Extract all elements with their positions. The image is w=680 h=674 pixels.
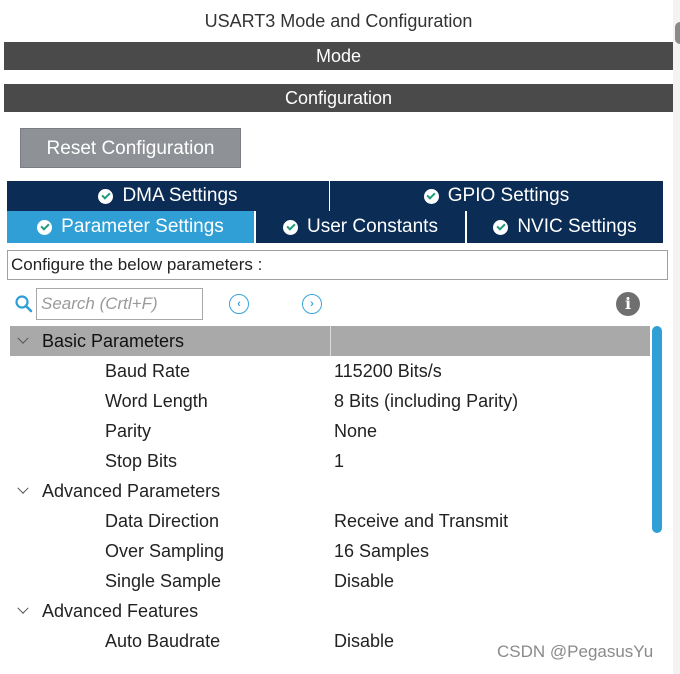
param-value[interactable]: None	[334, 416, 377, 446]
param-name: Auto Baudrate	[105, 631, 221, 651]
chevron-down-icon[interactable]	[16, 596, 30, 626]
chevron-down-icon[interactable]	[16, 476, 30, 506]
tab-parameter-settings[interactable]: Parameter Settings	[7, 211, 254, 243]
group-header-basic-parameters[interactable]: Basic Parameters	[10, 326, 650, 356]
tab-label: Parameter Settings	[61, 216, 224, 237]
group-name: Advanced Features	[42, 601, 199, 621]
param-row-stop-bits[interactable]: Stop Bits 1	[10, 446, 650, 476]
param-name: Parity	[105, 421, 152, 441]
check-circle-icon	[493, 219, 509, 235]
param-row-baud-rate[interactable]: Baud Rate 115200 Bits/s	[10, 356, 650, 386]
param-value[interactable]: 115200 Bits/s	[334, 356, 442, 386]
scrollbar-thumb[interactable]	[652, 326, 662, 533]
configuration-section-header[interactable]: Configuration	[4, 84, 673, 112]
tab-nvic-settings[interactable]: NVIC Settings	[467, 211, 663, 243]
tab-label: NVIC Settings	[517, 216, 637, 237]
param-row-parity[interactable]: Parity None	[10, 416, 650, 446]
watermark: CSDN @PegasusYu	[497, 642, 654, 661]
param-value[interactable]: 1	[334, 446, 344, 476]
info-icon[interactable]: i	[616, 292, 640, 316]
param-row-word-length[interactable]: Word Length 8 Bits (including Parity)	[10, 386, 650, 416]
param-name: Data Direction	[105, 511, 220, 531]
param-name: Baud Rate	[105, 361, 191, 381]
check-circle-icon	[37, 219, 53, 235]
search-icon[interactable]	[14, 294, 34, 314]
param-value[interactable]: 16 Samples	[334, 536, 429, 566]
param-value[interactable]: Receive and Transmit	[334, 506, 508, 536]
parameter-tree: Basic Parameters Baud Rate 115200 Bits/s…	[10, 326, 650, 674]
group-header-advanced-features[interactable]: Advanced Features	[10, 596, 650, 626]
parameters-description: Configure the below parameters :	[7, 250, 668, 280]
group-header-advanced-parameters[interactable]: Advanced Parameters	[10, 476, 650, 506]
column-divider	[330, 326, 331, 356]
check-circle-icon	[98, 188, 114, 204]
tab-label: DMA Settings	[122, 185, 238, 206]
param-value[interactable]: Disable	[334, 626, 394, 656]
tab-label: GPIO Settings	[447, 185, 570, 206]
param-value[interactable]: Disable	[334, 566, 394, 596]
window-title: USART3 Mode and Configuration	[204, 11, 473, 31]
tab-dma-settings[interactable]: DMA Settings	[7, 181, 329, 211]
chevron-right-circle-icon[interactable]: ›	[302, 294, 322, 314]
param-row-single-sample[interactable]: Single Sample Disable	[10, 566, 650, 596]
param-name: Over Sampling	[105, 541, 225, 561]
param-name: Word Length	[105, 391, 208, 411]
param-name: Stop Bits	[105, 451, 178, 471]
param-value[interactable]: 8 Bits (including Parity)	[334, 386, 518, 416]
chevron-left-circle-icon[interactable]: ‹	[229, 294, 249, 314]
check-circle-icon	[423, 188, 439, 204]
side-strip	[673, 0, 680, 674]
group-name: Advanced Parameters	[42, 481, 221, 501]
search-input[interactable]: Search (Crtl+F)	[36, 288, 203, 320]
param-row-over-sampling[interactable]: Over Sampling 16 Samples	[10, 536, 650, 566]
param-name: Single Sample	[105, 571, 222, 591]
reset-configuration-button[interactable]: Reset Configuration	[20, 128, 241, 168]
mode-section-header[interactable]: Mode	[4, 42, 673, 70]
tab-user-constants[interactable]: User Constants	[256, 211, 465, 243]
tab-label: User Constants	[307, 216, 438, 237]
check-circle-icon	[283, 219, 299, 235]
param-row-data-direction[interactable]: Data Direction Receive and Transmit	[10, 506, 650, 536]
tab-gpio-settings[interactable]: GPIO Settings	[330, 181, 663, 211]
chevron-down-icon[interactable]	[16, 326, 30, 356]
group-name: Basic Parameters	[42, 331, 185, 351]
side-handle[interactable]	[675, 22, 680, 44]
